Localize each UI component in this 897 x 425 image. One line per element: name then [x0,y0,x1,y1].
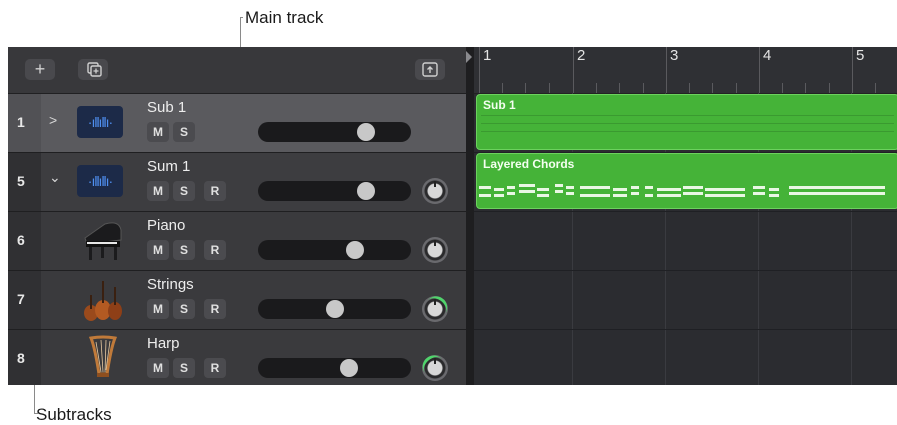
solo-button[interactable]: S [173,358,195,378]
ruler-bar-number: 2 [577,47,586,64]
track-header-harp[interactable]: 8 Harp M S R [8,330,466,385]
disclosure-icon[interactable]: ⌄ [49,169,61,186]
audio-waveform-icon: ·ıllıllı· [77,106,123,138]
pan-knob[interactable] [418,350,448,381]
track-number: 6 [17,232,25,248]
volume-knob[interactable] [357,123,375,141]
pan-knob[interactable] [422,178,448,204]
record-button[interactable]: R [204,299,226,319]
ruler-bar-number: 4 [763,47,772,64]
volume-slider[interactable] [258,181,411,201]
solo-button[interactable]: S [173,122,195,142]
pan-knob[interactable] [422,237,448,263]
callout-leader [34,413,38,414]
mute-button[interactable]: M [147,358,169,378]
mute-button[interactable]: M [147,122,169,142]
volume-knob[interactable] [357,182,375,200]
mute-button[interactable]: M [147,181,169,201]
track-number: 8 [17,350,25,366]
record-button[interactable]: R [204,240,226,260]
audio-region-sub1[interactable]: Sub 1 [476,94,897,150]
volume-knob[interactable] [340,359,358,377]
mute-button[interactable]: M [147,299,169,319]
bar-ruler[interactable]: 1 2 3 4 5 [474,47,897,94]
track-header-sub1[interactable]: 1 > ·ıllıllı· Sub 1 M S [8,94,466,153]
duplicate-track-button[interactable] [78,59,108,80]
volume-slider[interactable] [258,122,411,142]
add-track-button[interactable]: + [25,59,55,80]
audio-waveform-icon: ·ıllıllı· [77,165,123,197]
tray-up-icon [422,62,438,77]
record-button[interactable]: R [204,181,226,201]
track-number: 5 [17,173,25,189]
track-header-sum1[interactable]: 5 ⌄ ·ıllıllı· Sum 1 M S R [8,153,466,212]
plus-icon: + [34,59,46,79]
track-headers-panel: + 1 > ·ıllıllı· Sub 1 M S 5 ⌄ ·ıllıllı· … [8,47,466,385]
volume-knob[interactable] [326,300,344,318]
ruler-bar-number: 5 [856,47,865,64]
track-name[interactable]: Piano [147,217,185,234]
solo-button[interactable]: S [173,240,195,260]
region-name: Layered Chords [483,157,575,171]
mute-button[interactable]: M [147,240,169,260]
track-number: 7 [17,291,25,307]
track-name[interactable]: Strings [147,276,194,293]
summing-region-layered-chords[interactable]: Layered Chords [476,153,897,209]
solo-button[interactable]: S [173,181,195,201]
track-number: 1 [17,114,25,130]
global-tracks-button[interactable] [415,59,445,80]
record-button[interactable]: R [204,358,226,378]
callout-main-track: Main track [245,8,324,27]
panel-divider[interactable] [466,47,474,385]
track-header-strings[interactable]: 7 Strings M S R [8,271,466,330]
track-header-piano[interactable]: 6 Piano M S R [8,212,466,271]
track-name[interactable]: Sum 1 [147,158,190,175]
cello-icon [84,281,122,321]
disclosure-icon[interactable]: > [49,112,57,128]
tracks-area[interactable]: 1 2 3 4 5 Sub 1 Layered Chords [466,47,897,385]
ruler-bar-number: 1 [483,47,492,64]
volume-slider[interactable] [258,240,411,260]
region-name: Sub 1 [483,98,516,112]
track-name[interactable]: Harp [147,335,180,352]
track-name[interactable]: Sub 1 [147,99,186,116]
volume-slider[interactable] [258,358,411,378]
harp-icon [88,335,118,377]
ruler-bar-number: 3 [670,47,679,64]
pan-knob[interactable] [422,292,452,322]
callout-subtracks: Subtracks [36,405,112,424]
volume-slider[interactable] [258,299,411,319]
track-header-toolbar: + [8,47,466,94]
volume-knob[interactable] [346,241,364,259]
solo-button[interactable]: S [173,299,195,319]
grand-piano-icon [84,222,122,260]
playhead-marker [466,51,472,63]
duplicate-icon [87,62,102,77]
